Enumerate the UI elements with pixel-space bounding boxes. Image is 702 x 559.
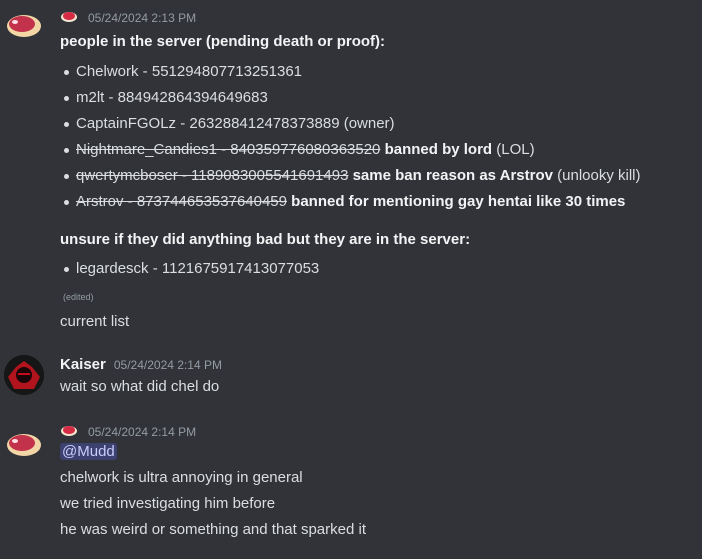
mention-line: @Mudd xyxy=(60,443,117,460)
timestamp: 05/24/2024 2:13 PM xyxy=(88,10,197,25)
list-item: Arstrov - 873744653537640459 banned for … xyxy=(60,189,641,215)
member-list: Chelwork - 551294807713251361 m2lt - 884… xyxy=(60,59,641,215)
meat-icon xyxy=(7,434,41,456)
avatar[interactable] xyxy=(4,423,44,463)
list-item: Chelwork - 551294807713251361 xyxy=(60,59,641,85)
list-item: qwertymcboser - 1189083005541691493 same… xyxy=(60,163,641,189)
timestamp: 05/24/2024 2:14 PM xyxy=(113,357,222,372)
message-text: he was weird or something and that spark… xyxy=(60,521,366,538)
author-name[interactable]: Kaiser xyxy=(60,356,106,373)
edited-label: (edited) xyxy=(63,292,94,302)
list-heading: unsure if they did anything bad but they… xyxy=(60,231,471,248)
meat-badge-icon xyxy=(60,9,78,26)
dark-avatar-icon xyxy=(4,355,44,395)
avatar[interactable] xyxy=(4,4,44,44)
meat-icon xyxy=(7,15,41,37)
meat-badge-icon xyxy=(60,423,78,440)
message-text: we tried investigating him before xyxy=(60,495,276,512)
list-item: m2lt - 884942864394649683 xyxy=(60,85,641,111)
message-text: wait so what did chel do xyxy=(60,378,220,395)
user-mention[interactable]: @Mudd xyxy=(60,443,117,460)
message-meta: 05/24/2024 2:14 PM xyxy=(60,423,196,440)
message-meta: 05/24/2024 2:13 PM xyxy=(60,9,196,26)
message-meta: Kaiser 05/24/2024 2:14 PM xyxy=(60,356,222,373)
timestamp: 05/24/2024 2:14 PM xyxy=(88,424,197,439)
message-text: chelwork is ultra annoying in general xyxy=(60,469,303,486)
list-heading: people in the server (pending death or p… xyxy=(60,33,386,50)
list-item: legardesck - 1121675917413077053 xyxy=(60,256,319,282)
list-item: CaptainFGOLz - 263288412478373889 (owner… xyxy=(60,111,641,137)
member-list: legardesck - 1121675917413077053 xyxy=(60,256,319,282)
list-item: Nightmare_Candies1 - 840359776080363520 … xyxy=(60,137,641,163)
message-text: current list xyxy=(60,313,130,330)
avatar[interactable] xyxy=(4,355,44,395)
